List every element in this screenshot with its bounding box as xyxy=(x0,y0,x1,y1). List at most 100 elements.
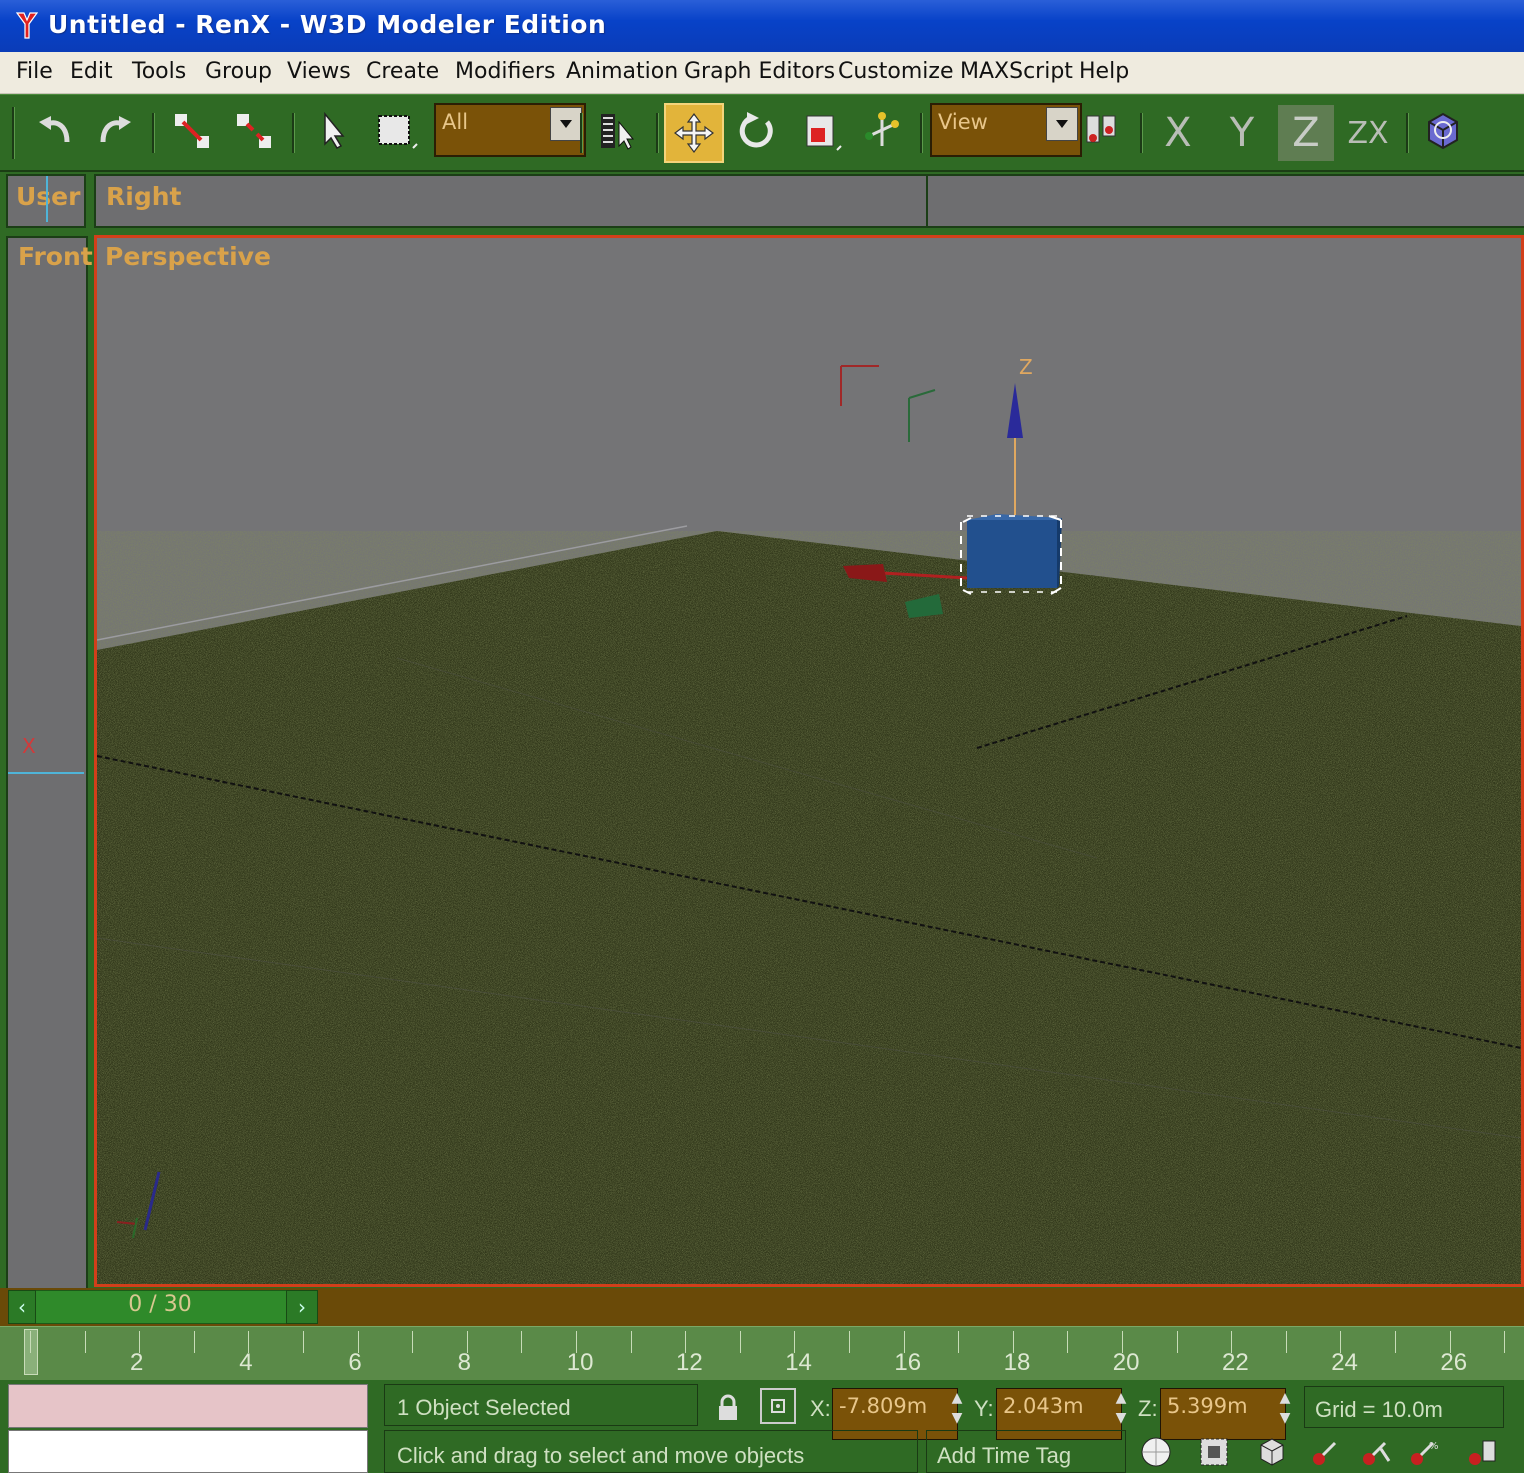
ruler-tick xyxy=(521,1331,523,1353)
maxscript-input-mini[interactable] xyxy=(8,1430,368,1473)
absolute-mode-icon xyxy=(771,1399,785,1413)
ruler-tick xyxy=(1395,1331,1396,1353)
ruler-tick xyxy=(30,1331,31,1353)
key-mode-button-2[interactable] xyxy=(1356,1432,1396,1472)
menu-help[interactable]: Help xyxy=(1079,59,1129,84)
ruler-tick xyxy=(84,1331,86,1353)
manipulate-button[interactable] xyxy=(854,103,910,159)
track-bar[interactable]: 2 4 6 8 10 12 14 16 18 20 22 24 26 xyxy=(0,1326,1524,1380)
selection-status-box: 1 Object Selected xyxy=(384,1384,698,1426)
restrict-to-zx-plane-button[interactable]: ZX xyxy=(1340,105,1396,161)
reference-coordinate-value: View xyxy=(938,110,988,134)
manipulator-icon xyxy=(865,112,899,146)
redo-button[interactable] xyxy=(88,103,144,159)
front-viewport[interactable]: Front X xyxy=(6,236,93,1292)
menu-file[interactable]: File xyxy=(16,59,53,84)
select-and-scale-button[interactable] xyxy=(792,103,848,159)
menu-bar: File Edit Tools Group Views Create Modif… xyxy=(0,52,1524,94)
right-viewport-label[interactable]: Right xyxy=(106,182,181,211)
restrict-to-x-button[interactable]: X xyxy=(1150,105,1206,161)
front-viewport-label[interactable]: Front xyxy=(18,242,93,271)
ruler-tick-label: 22 xyxy=(1222,1349,1249,1376)
menu-edit[interactable]: Edit xyxy=(70,59,113,84)
absolute-mode-transform-button[interactable] xyxy=(760,1388,796,1424)
restrict-to-y-button[interactable]: Y xyxy=(1214,105,1270,161)
reference-coordinate-dropdown[interactable]: View xyxy=(930,103,1082,157)
key-filter-icon xyxy=(1363,1441,1391,1465)
rotate-icon xyxy=(739,112,773,148)
menu-customize[interactable]: Customize xyxy=(838,59,953,84)
box-mode-button[interactable] xyxy=(1252,1432,1292,1472)
select-and-move-button[interactable] xyxy=(664,103,724,163)
ruler-tick-label: 6 xyxy=(348,1349,362,1376)
ruler-tick xyxy=(1504,1331,1506,1353)
add-time-tag-button[interactable]: Add Time Tag xyxy=(926,1430,1126,1473)
main-toolbar: All View X Y Z ZX xyxy=(0,94,1524,172)
y-spinner[interactable]: ▲ ▼ xyxy=(1112,1388,1130,1428)
selection-isolate-button[interactable] xyxy=(1194,1432,1234,1472)
selection-filter-value: All xyxy=(442,110,469,134)
ruler-tick xyxy=(630,1331,632,1353)
menu-modifiers[interactable]: Modifiers xyxy=(455,59,555,84)
arrow-cursor-icon xyxy=(324,111,345,149)
menu-graph-editors[interactable]: Graph Editors xyxy=(684,59,835,84)
selected-box-object[interactable] xyxy=(960,514,1062,595)
selection-lock-button[interactable] xyxy=(708,1388,748,1428)
dropdown-arrow-icon xyxy=(1046,107,1078,141)
right-viewport[interactable]: Right xyxy=(94,174,930,228)
x-coord-label: X: xyxy=(810,1396,831,1421)
key-mode-button-3[interactable]: % xyxy=(1404,1432,1444,1472)
select-by-name-icon xyxy=(601,114,635,150)
ruler-tick xyxy=(1176,1331,1178,1353)
select-by-name-button[interactable] xyxy=(590,103,646,159)
box-icon xyxy=(1260,1438,1284,1466)
ruler-tick xyxy=(849,1331,850,1353)
prompt-line: Click and drag to select and move object… xyxy=(384,1430,918,1473)
undo-button[interactable] xyxy=(26,103,82,159)
key-percent-icon: % xyxy=(1411,1441,1439,1465)
dropdown-arrow-icon xyxy=(550,107,582,141)
ruler-tick xyxy=(739,1331,741,1353)
right-viewport-extension[interactable] xyxy=(926,174,1524,228)
time-marker[interactable] xyxy=(24,1329,38,1375)
y-coord-label: Y: xyxy=(974,1396,994,1421)
perspective-viewport-label[interactable]: Perspective xyxy=(105,242,271,271)
key-mode-button-1[interactable] xyxy=(1306,1432,1346,1472)
shaded-sphere-icon xyxy=(1141,1437,1171,1467)
restrict-to-z-button[interactable]: Z xyxy=(1278,105,1334,161)
perspective-viewport[interactable]: Z Perspective xyxy=(94,235,1524,1287)
menu-tools[interactable]: Tools xyxy=(132,59,186,84)
select-object-button[interactable] xyxy=(304,103,360,159)
app-icon xyxy=(14,10,40,40)
link-icon xyxy=(175,114,209,148)
ruler-tick xyxy=(303,1331,304,1353)
view-shaded-button[interactable] xyxy=(1136,1432,1176,1472)
selection-filter-dropdown[interactable]: All xyxy=(434,103,586,157)
select-region-button[interactable] xyxy=(368,103,424,159)
snaps-toggle-button[interactable] xyxy=(1414,103,1470,159)
ruler-tick xyxy=(958,1331,960,1353)
ruler-tick xyxy=(193,1331,195,1353)
user-viewport[interactable]: User xyxy=(6,174,86,228)
ruler-tick xyxy=(1285,1331,1287,1353)
menu-group[interactable]: Group xyxy=(205,59,272,84)
selection-status-text: 1 Object Selected xyxy=(397,1395,571,1420)
key-mode-button-4[interactable] xyxy=(1462,1432,1502,1472)
pivot-center-icon xyxy=(1086,115,1116,143)
perspective-scene: Z xyxy=(97,355,1521,1284)
x-spinner[interactable]: ▲ ▼ xyxy=(948,1388,966,1428)
select-and-link-button[interactable] xyxy=(164,103,220,159)
menu-create[interactable]: Create xyxy=(366,59,439,84)
maxscript-listener-mini[interactable] xyxy=(8,1384,368,1428)
unlink-icon xyxy=(237,114,271,148)
select-and-rotate-button[interactable] xyxy=(728,103,784,159)
menu-maxscript[interactable]: MAXScript xyxy=(960,59,1073,84)
use-pivot-center-button[interactable] xyxy=(1076,103,1132,159)
menu-views[interactable]: Views xyxy=(287,59,351,84)
user-viewport-label[interactable]: User xyxy=(16,182,80,211)
menu-animation[interactable]: Animation xyxy=(566,59,678,84)
ruler-tick-label: 4 xyxy=(239,1349,253,1376)
grid-status-text: Grid = 10.0m xyxy=(1315,1397,1443,1422)
z-spinner[interactable]: ▲ ▼ xyxy=(1276,1388,1294,1428)
unlink-selection-button[interactable] xyxy=(226,103,282,159)
